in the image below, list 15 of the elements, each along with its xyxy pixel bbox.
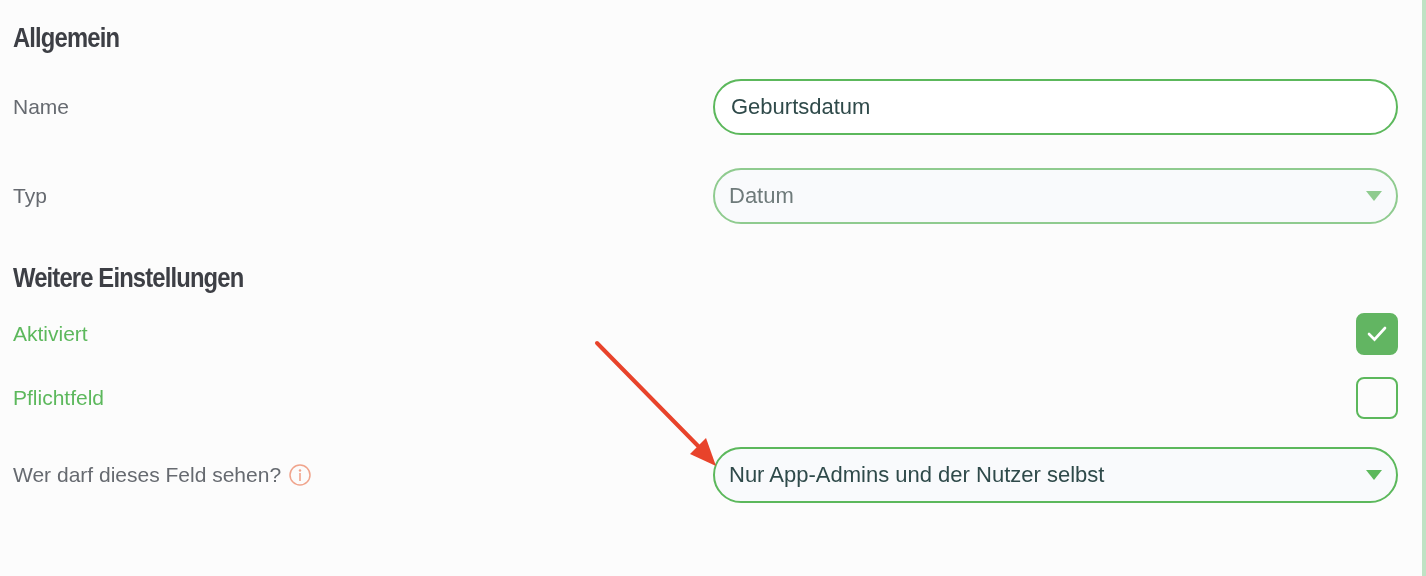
name-field[interactable]: Geburtsdatum (713, 78, 1398, 135)
check-icon (1367, 326, 1387, 342)
checkbox[interactable] (1356, 313, 1398, 355)
checkbox-label: Aktiviert (13, 322, 89, 346)
dropdown[interactable]: Nur App-Admins und der Nutzer selbst (713, 446, 1398, 503)
field-label: Typ (13, 183, 47, 208)
checkbox-label: Pflichtfeld (13, 386, 106, 410)
field-label: Name (13, 94, 71, 119)
caret-icon (1366, 190, 1382, 201)
section-heading: Weitere Einstellungen (13, 262, 244, 294)
caret-icon (1366, 469, 1382, 480)
section-heading: Allgemein (13, 22, 120, 54)
info-icon[interactable] (289, 463, 312, 486)
field-label: Wer darf dieses Feld sehen? (13, 462, 282, 487)
checkbox[interactable] (1356, 377, 1398, 419)
